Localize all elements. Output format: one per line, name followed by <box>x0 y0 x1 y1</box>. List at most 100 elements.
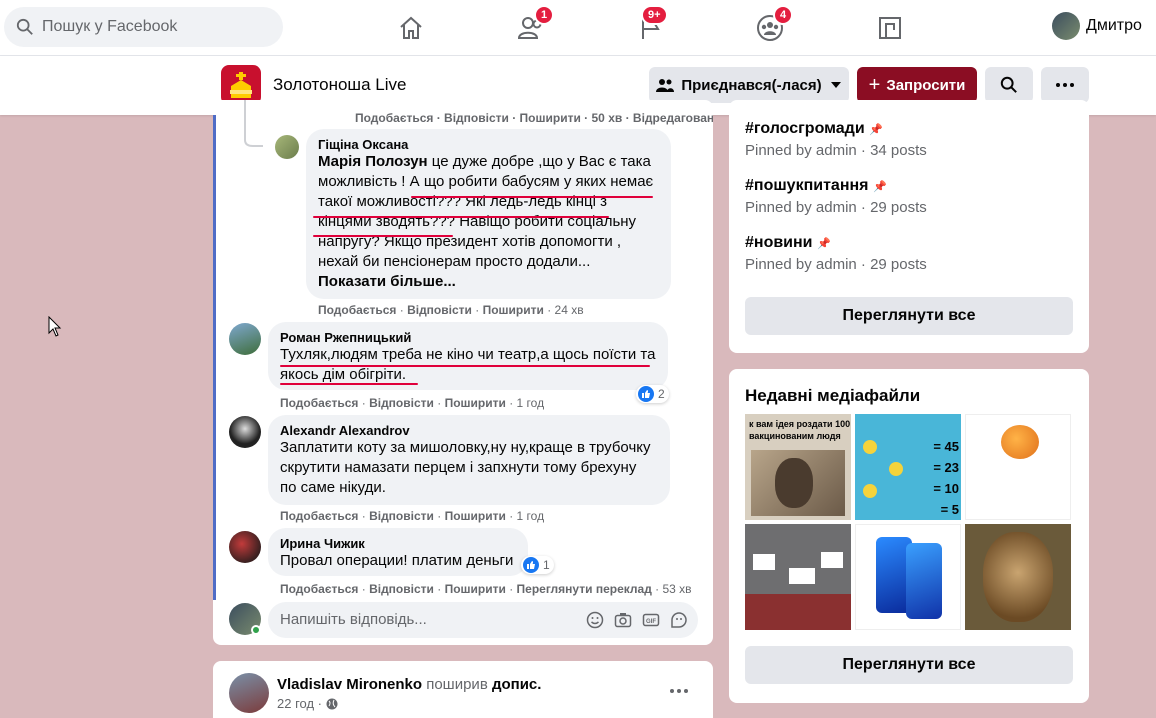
pin-icon: 📌 <box>872 181 887 193</box>
share-link[interactable]: Поширити <box>483 303 544 317</box>
media-thumbnail[interactable] <box>745 524 851 630</box>
nav-gaming[interactable] <box>860 9 920 47</box>
share-link[interactable]: Поширити <box>445 396 506 410</box>
nav-pages[interactable]: 9+ <box>621 5 681 47</box>
media-thumbnail[interactable] <box>855 524 961 630</box>
hashtag-item[interactable]: #пошукпитання 📌 Pinned by admin · 29 pos… <box>745 177 927 216</box>
facebook-search-field[interactable]: Пошук у Facebook <box>4 7 283 47</box>
hashtag-item[interactable]: #голосгромади 📌 Pinned by admin · 34 pos… <box>745 120 927 159</box>
hashtag-item[interactable]: #новини 📌 Pinned by admin · 29 posts <box>745 234 927 273</box>
media-thumbnail[interactable]: = 45 = 23 = 10 = 5 <box>855 414 961 520</box>
more-horizontal-icon[interactable] <box>670 689 688 693</box>
group-name[interactable]: Золотоноша Live <box>273 75 406 95</box>
comment-time[interactable]: 53 хв <box>663 582 692 596</box>
sticker-icon[interactable] <box>670 611 688 629</box>
home-icon <box>400 16 422 39</box>
reply-link[interactable]: Відповісти <box>407 303 472 317</box>
group-search-button[interactable] <box>985 67 1033 103</box>
comment-author[interactable]: Alexandr Alexandrov <box>280 423 658 438</box>
comment-text: Марія Полозун це дуже добре ,що у Вас є … <box>318 153 654 290</box>
post-author-avatar[interactable] <box>229 673 269 713</box>
recent-media-card: Недавні медіафайли к вам ідея роздати 10… <box>729 369 1089 703</box>
reply-link[interactable]: Відповісти <box>369 396 434 410</box>
chevron-down-icon <box>830 82 841 88</box>
media-thumbnail[interactable]: к вам ідея роздати 100 вакцинованим людя <box>745 414 851 520</box>
comments-section: Подобається · Відповісти · Поширити · 50… <box>213 100 713 645</box>
nav-home[interactable] <box>381 9 441 47</box>
red-underline <box>313 216 609 218</box>
reply-tools: GIF <box>586 611 688 629</box>
groups-badge: 4 <box>773 5 794 25</box>
like-link[interactable]: Подобається <box>280 509 358 523</box>
camera-icon[interactable] <box>614 611 632 629</box>
pin-icon: 📌 <box>816 238 831 250</box>
comment-author[interactable]: Роман Ржепницький <box>280 330 656 345</box>
post-time[interactable]: 22 год · <box>277 696 322 711</box>
reply-link[interactable]: Відповісти <box>369 582 434 596</box>
comment-actions: Подобається · Відповісти · Поширити · 1 … <box>280 509 545 523</box>
media-title: Недавні медіафайли <box>745 386 921 405</box>
invite-button[interactable]: + Запросити <box>857 67 977 103</box>
comment-text: Провал операции! платим деньги <box>280 552 514 569</box>
post-link[interactable]: допис. <box>492 676 541 693</box>
search-icon <box>1000 76 1017 93</box>
see-more-link[interactable]: Показати більше... <box>318 273 456 290</box>
reply-input[interactable]: Напишіть відповідь... GIF <box>268 602 698 638</box>
user-avatar <box>1052 12 1080 40</box>
globe-icon <box>326 698 338 709</box>
like-reaction-icon <box>638 386 654 402</box>
comment-author[interactable]: Ирина Чижик <box>280 536 516 551</box>
comment-time[interactable]: 1 год <box>517 396 545 410</box>
reaction-count[interactable]: 1 <box>521 556 554 574</box>
user-name: Дмитро <box>1086 17 1142 34</box>
comment-time[interactable]: 24 хв <box>555 303 584 317</box>
group-logo[interactable] <box>221 65 261 105</box>
search-placeholder: Пошук у Facebook <box>42 18 178 35</box>
nav-friends[interactable]: 1 <box>501 5 561 47</box>
comment-author[interactable]: Гіщіна Оксана <box>318 137 659 152</box>
media-thumbnail[interactable] <box>965 524 1071 630</box>
commenter-avatar[interactable] <box>275 135 299 159</box>
comment-actions: Подобається · Відповісти · Поширити · 24… <box>318 303 584 317</box>
plus-icon: + <box>868 73 881 96</box>
emoji-icon[interactable] <box>586 611 604 629</box>
red-underline <box>313 235 453 237</box>
joined-button[interactable]: Приєднався(-лася) <box>649 67 849 103</box>
nav-groups[interactable]: 4 <box>740 5 800 47</box>
group-more-button[interactable] <box>1041 67 1089 103</box>
like-reaction-icon <box>523 557 539 573</box>
share-link[interactable]: Поширити <box>445 509 506 523</box>
like-link[interactable]: Подобається <box>280 582 358 596</box>
like-link[interactable]: Подобається <box>318 303 396 317</box>
comment-bubble: Гіщіна Оксана Марія Полозун це дуже добр… <box>306 129 671 299</box>
church-logo-icon <box>230 72 252 98</box>
pinned-hashtags-card: #голосгромади 📌 Pinned by admin · 34 pos… <box>729 100 1089 353</box>
pin-icon: 📌 <box>869 124 883 136</box>
commenter-avatar[interactable] <box>229 323 261 355</box>
see-translation-link[interactable]: Переглянути переклад <box>517 582 652 596</box>
reaction-count[interactable]: 2 <box>636 385 669 403</box>
commenter-avatar[interactable] <box>229 416 261 448</box>
comment-bubble: Ирина Чижик Провал операции! платим день… <box>268 528 528 576</box>
post-author[interactable]: Vladislav Mironenko <box>277 676 422 693</box>
previous-comment-actions[interactable]: Подобається · Відповісти · Поширити · 50… <box>355 111 713 125</box>
profile-menu[interactable]: Дмитро <box>1052 12 1142 40</box>
see-all-media-button[interactable]: Переглянути все <box>745 646 1073 684</box>
share-link[interactable]: Поширити <box>445 582 506 596</box>
see-all-hashtags-button[interactable]: Переглянути все <box>745 297 1073 335</box>
comment-time[interactable]: 1 год <box>517 509 545 523</box>
comment-bubble: Alexandr Alexandrov Заплатити коту за ми… <box>268 415 670 505</box>
gif-icon[interactable]: GIF <box>642 611 660 629</box>
like-link[interactable]: Подобається <box>280 396 358 410</box>
comment-actions: Подобається · Відповісти · Поширити · Пе… <box>280 582 692 596</box>
commenter-avatar[interactable] <box>229 531 261 563</box>
comment-bubble: Роман Ржепницький Тухляк,людям треба не … <box>268 322 668 390</box>
media-thumbnail[interactable] <box>965 414 1071 520</box>
pages-badge: 9+ <box>641 5 668 25</box>
reply-placeholder: Напишіть відповідь... <box>280 611 427 628</box>
reply-link[interactable]: Відповісти <box>369 509 434 523</box>
mention-link[interactable]: Марія Полозун <box>318 153 428 170</box>
svg-text:GIF: GIF <box>646 619 656 625</box>
mouse-cursor-icon <box>48 316 62 337</box>
post-header: Vladislav Mironenko поширив допис. <box>277 676 542 693</box>
